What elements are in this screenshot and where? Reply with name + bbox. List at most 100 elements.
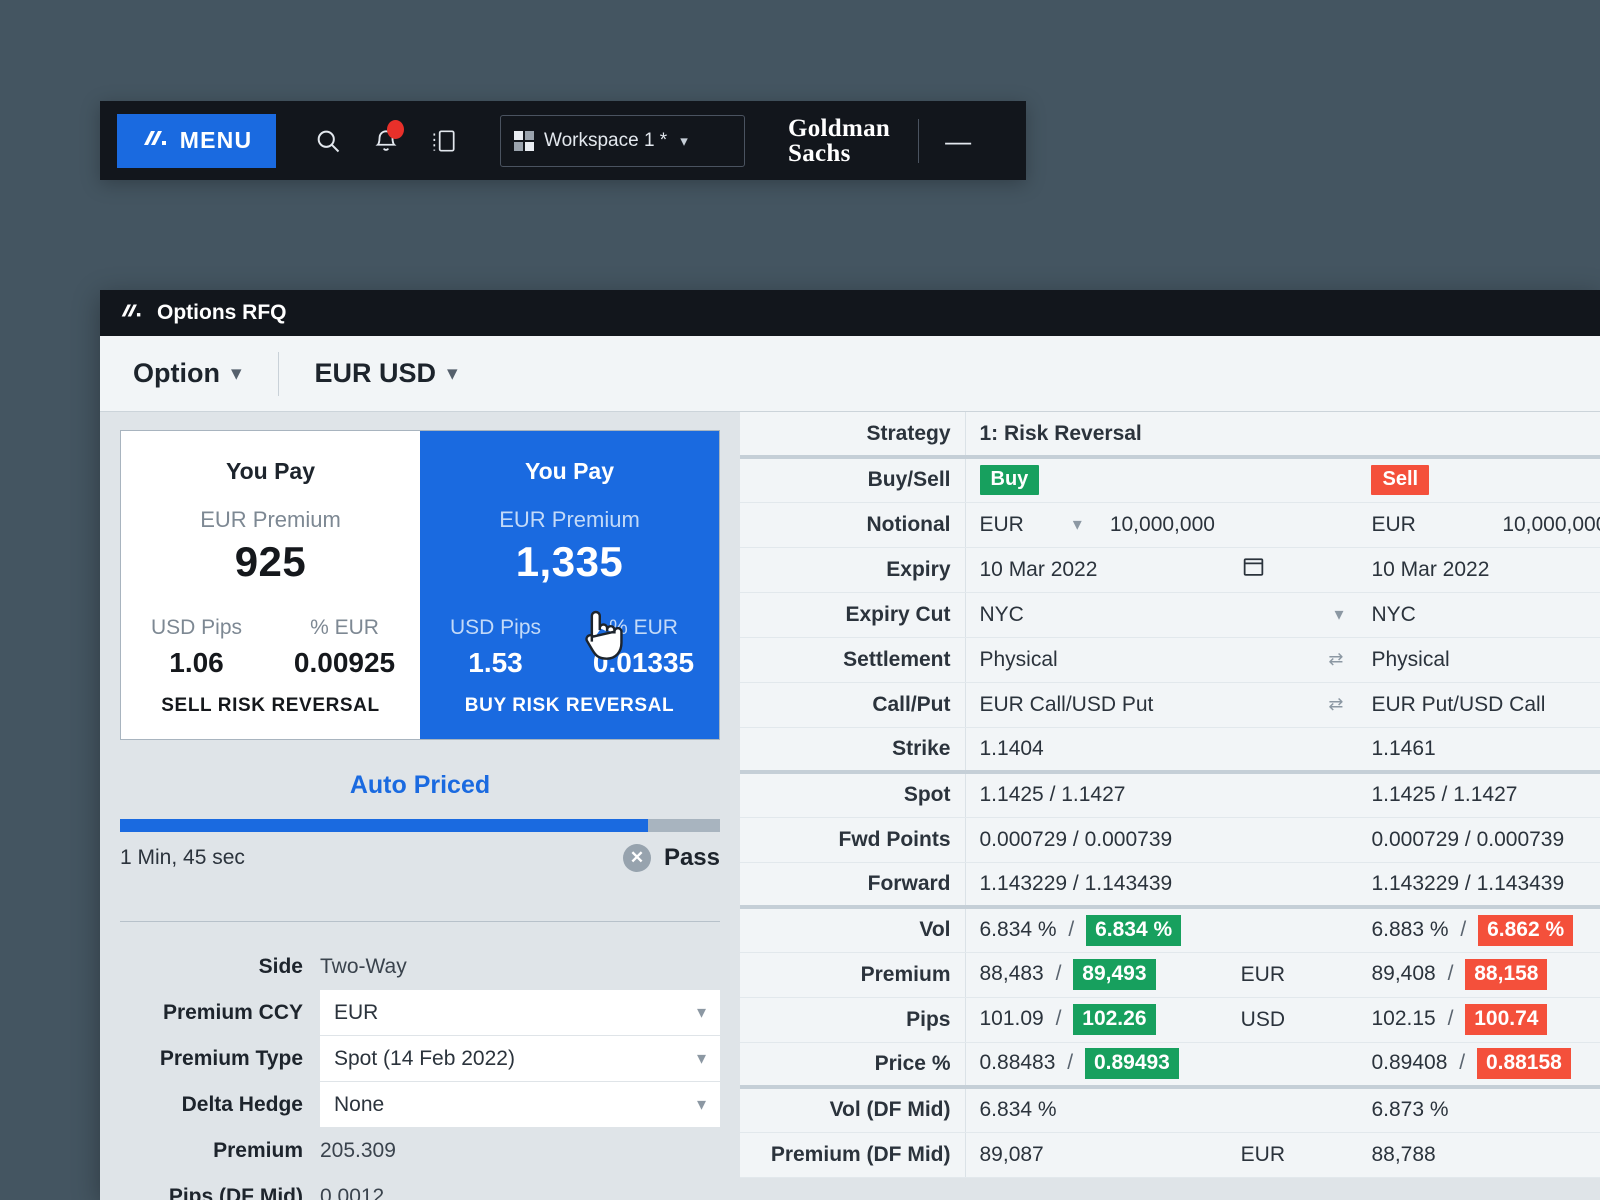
leg2-pips-cell: 102.15 / 100.74 (1357, 997, 1600, 1043)
leg2-side-cell[interactable]: Sell (1357, 457, 1600, 503)
gs-slashes-icon (119, 302, 143, 324)
leg2-expiry-cut-select[interactable]: NYC (1357, 592, 1600, 638)
table-row-settlement: Settlement Physical ⇄ Physical (740, 637, 1600, 683)
leg1-expiry[interactable]: 10 Mar 2022 (965, 547, 1227, 593)
leg1-expiry-cut: NYC (979, 602, 1024, 626)
table-row-premium: Premium 88,483 / 89,493 EUR 89,408 / 88,… (740, 952, 1600, 998)
table-row-price-pct: Price % 0.88483 / 0.89493 0.89408 / 0.88… (740, 1042, 1600, 1089)
leg1-forward: 1.143229 / 1.143439 (965, 862, 1358, 909)
leg2-premium-right: 88,158 (1465, 959, 1548, 990)
quote-progress-fill (120, 819, 648, 832)
sell-risk-reversal-action[interactable]: SELL RISK REVERSAL (161, 695, 379, 717)
price-pct-label: Price % (740, 1042, 966, 1089)
leg2-premium-left: 89,408 (1371, 962, 1436, 985)
call-put-label: Call/Put (740, 682, 966, 728)
currency-pair-selector[interactable]: EUR USD ▾ (315, 358, 458, 389)
leg1-expiry-cut-select[interactable]: NYC ▾ (965, 592, 1358, 638)
strategy-value[interactable]: 1: Risk Reversal (965, 412, 1358, 459)
leg2-call-put: EUR Put/USD Call (1371, 692, 1546, 716)
menu-button-label: MENU (179, 127, 253, 153)
leg2-strike[interactable]: 1.1461 (1357, 727, 1600, 774)
leg1-price-left: 0.88483 (979, 1051, 1056, 1075)
table-row-buy-sell: Buy/Sell Buy Sell (740, 457, 1600, 503)
leg1-fwd-points: 0.000729 / 0.000739 (965, 817, 1358, 863)
leg1-side-cell[interactable]: Buy (965, 457, 1358, 503)
leg2-settlement: Physical (1371, 647, 1450, 671)
toolbar-divider (918, 118, 920, 163)
leg2-call-put-cell[interactable]: EUR Put/USD Call (1357, 682, 1600, 728)
leg2-pips-left: 102.15 (1371, 1007, 1436, 1030)
leg1-notional-amount[interactable]: 10,000,000 (1095, 502, 1358, 548)
leg1-premium-df-mid: 89,087 (965, 1132, 1227, 1178)
delta-hedge-select[interactable]: None ▾ (320, 1082, 720, 1127)
chevron-down-icon: ▾ (680, 132, 688, 150)
form-row-premium: Premium 205.309 (120, 1128, 720, 1173)
chevron-down-icon: ▾ (1334, 604, 1344, 624)
buy-card-title: You Pay (524, 458, 615, 484)
toolbar-divider (277, 351, 279, 396)
leg1-notional-ccy-select[interactable]: EUR ▾ (965, 502, 1096, 548)
premium-type-select[interactable]: Spot (14 Feb 2022) ▾ (320, 1036, 720, 1081)
leg1-settlement-cell[interactable]: Physical ⇄ (965, 637, 1358, 683)
workspace-selector[interactable]: Workspace 1 * ▾ (500, 114, 745, 167)
table-row-pips: Pips 101.09 / 102.26 USD 102.15 / 100.74 (740, 997, 1600, 1043)
leg2-pips-right: 100.74 (1465, 1004, 1548, 1035)
price-cards: You Pay EUR Premium 925 USD Pips 1.06 % … (120, 430, 720, 740)
leg1-notional-ccy: EUR (979, 512, 1024, 536)
window-layout-icon[interactable] (415, 114, 473, 168)
leg2-notional-amount[interactable]: 10,000,000 (1488, 502, 1600, 548)
swap-arrows-icon: ⇄ (1328, 694, 1344, 714)
leg2-price-left: 0.89408 (1371, 1051, 1448, 1075)
sell-price-card[interactable]: You Pay EUR Premium 925 USD Pips 1.06 % … (121, 431, 420, 739)
leg2-expiry-cut: NYC (1371, 602, 1416, 626)
leg2-settlement-cell[interactable]: Physical (1357, 637, 1600, 683)
menu-button[interactable]: MENU (117, 113, 276, 168)
leg2-fwd-points: 0.000729 / 0.000739 (1357, 817, 1600, 863)
leg1-strike[interactable]: 1.1404 (965, 727, 1358, 774)
premium-value: 205.309 (320, 1138, 396, 1162)
buy-premium-value: 1,335 (515, 538, 624, 585)
premium-ccy-select[interactable]: EUR ▾ (320, 990, 720, 1035)
expiry-cut-label: Expiry Cut (740, 592, 966, 638)
leg2-side-badge: Sell (1371, 465, 1430, 496)
leg1-call-put-cell[interactable]: EUR Call/USD Put ⇄ (965, 682, 1358, 728)
product-type-selector[interactable]: Option ▾ (133, 358, 242, 389)
notional-label: Notional (740, 502, 966, 548)
panel-divider (120, 921, 720, 922)
table-row-expiry-cut: Expiry Cut NYC ▾ NYC (740, 592, 1600, 638)
table-row-strike: Strike 1.1404 1.1461 (740, 727, 1600, 774)
buy-pct-eur-value: 0.01335 (592, 647, 695, 678)
auto-priced-status: Auto Priced (349, 771, 491, 799)
currency-pair-label: EUR USD (314, 358, 437, 388)
forward-label: Forward (740, 862, 966, 909)
leg2-notional-ccy-select[interactable]: EUR (1357, 502, 1489, 548)
leg1-price-right: 0.89493 (1084, 1048, 1179, 1080)
leg2-premium-cell: 89,408 / 88,158 (1357, 952, 1600, 998)
brand-line-1: Goldman (788, 114, 891, 142)
premium-df-mid-label: Premium (DF Mid) (740, 1132, 966, 1178)
bell-icon[interactable] (357, 114, 415, 168)
premium-label: Premium (213, 1138, 303, 1162)
grid-icon (514, 130, 534, 151)
leg2-expiry[interactable]: 10 Mar 2022 (1357, 547, 1600, 593)
buy-price-card[interactable]: You Pay EUR Premium 1,335 USD Pips 1.53 … (420, 431, 719, 739)
pass-button[interactable]: ✕ Pass (622, 844, 720, 872)
premium-row-label: Premium (740, 952, 966, 998)
form-row-side: Side Two-Way (120, 944, 720, 989)
leg1-settlement: Physical (979, 647, 1058, 671)
swap-arrows-icon: ⇄ (1328, 649, 1344, 669)
table-row-notional: Notional EUR ▾ 10,000,000 EUR 10,000,000 (740, 502, 1600, 548)
side-value: Two-Way (320, 954, 407, 978)
leg2-premium-df-mid: 88,788 (1357, 1132, 1600, 1178)
leg1-vol-df-mid: 6.834 % (965, 1087, 1358, 1133)
minimize-button[interactable]: — (945, 128, 971, 154)
leg2-price-right: 0.88158 (1476, 1048, 1571, 1080)
sell-usd-pips-value: 1.06 (169, 647, 224, 678)
leg1-expiry-calendar-button[interactable] (1226, 547, 1358, 593)
form-row-premium-ccy: Premium CCY EUR ▾ (120, 990, 720, 1035)
delta-hedge-label: Delta Hedge (181, 1092, 303, 1116)
separator: / (1460, 917, 1467, 941)
buy-risk-reversal-action[interactable]: BUY RISK REVERSAL (465, 695, 674, 717)
form-row-pips-df-mid: Pips (DF Mid) 0.0012 (120, 1174, 720, 1200)
search-icon[interactable] (299, 114, 357, 168)
